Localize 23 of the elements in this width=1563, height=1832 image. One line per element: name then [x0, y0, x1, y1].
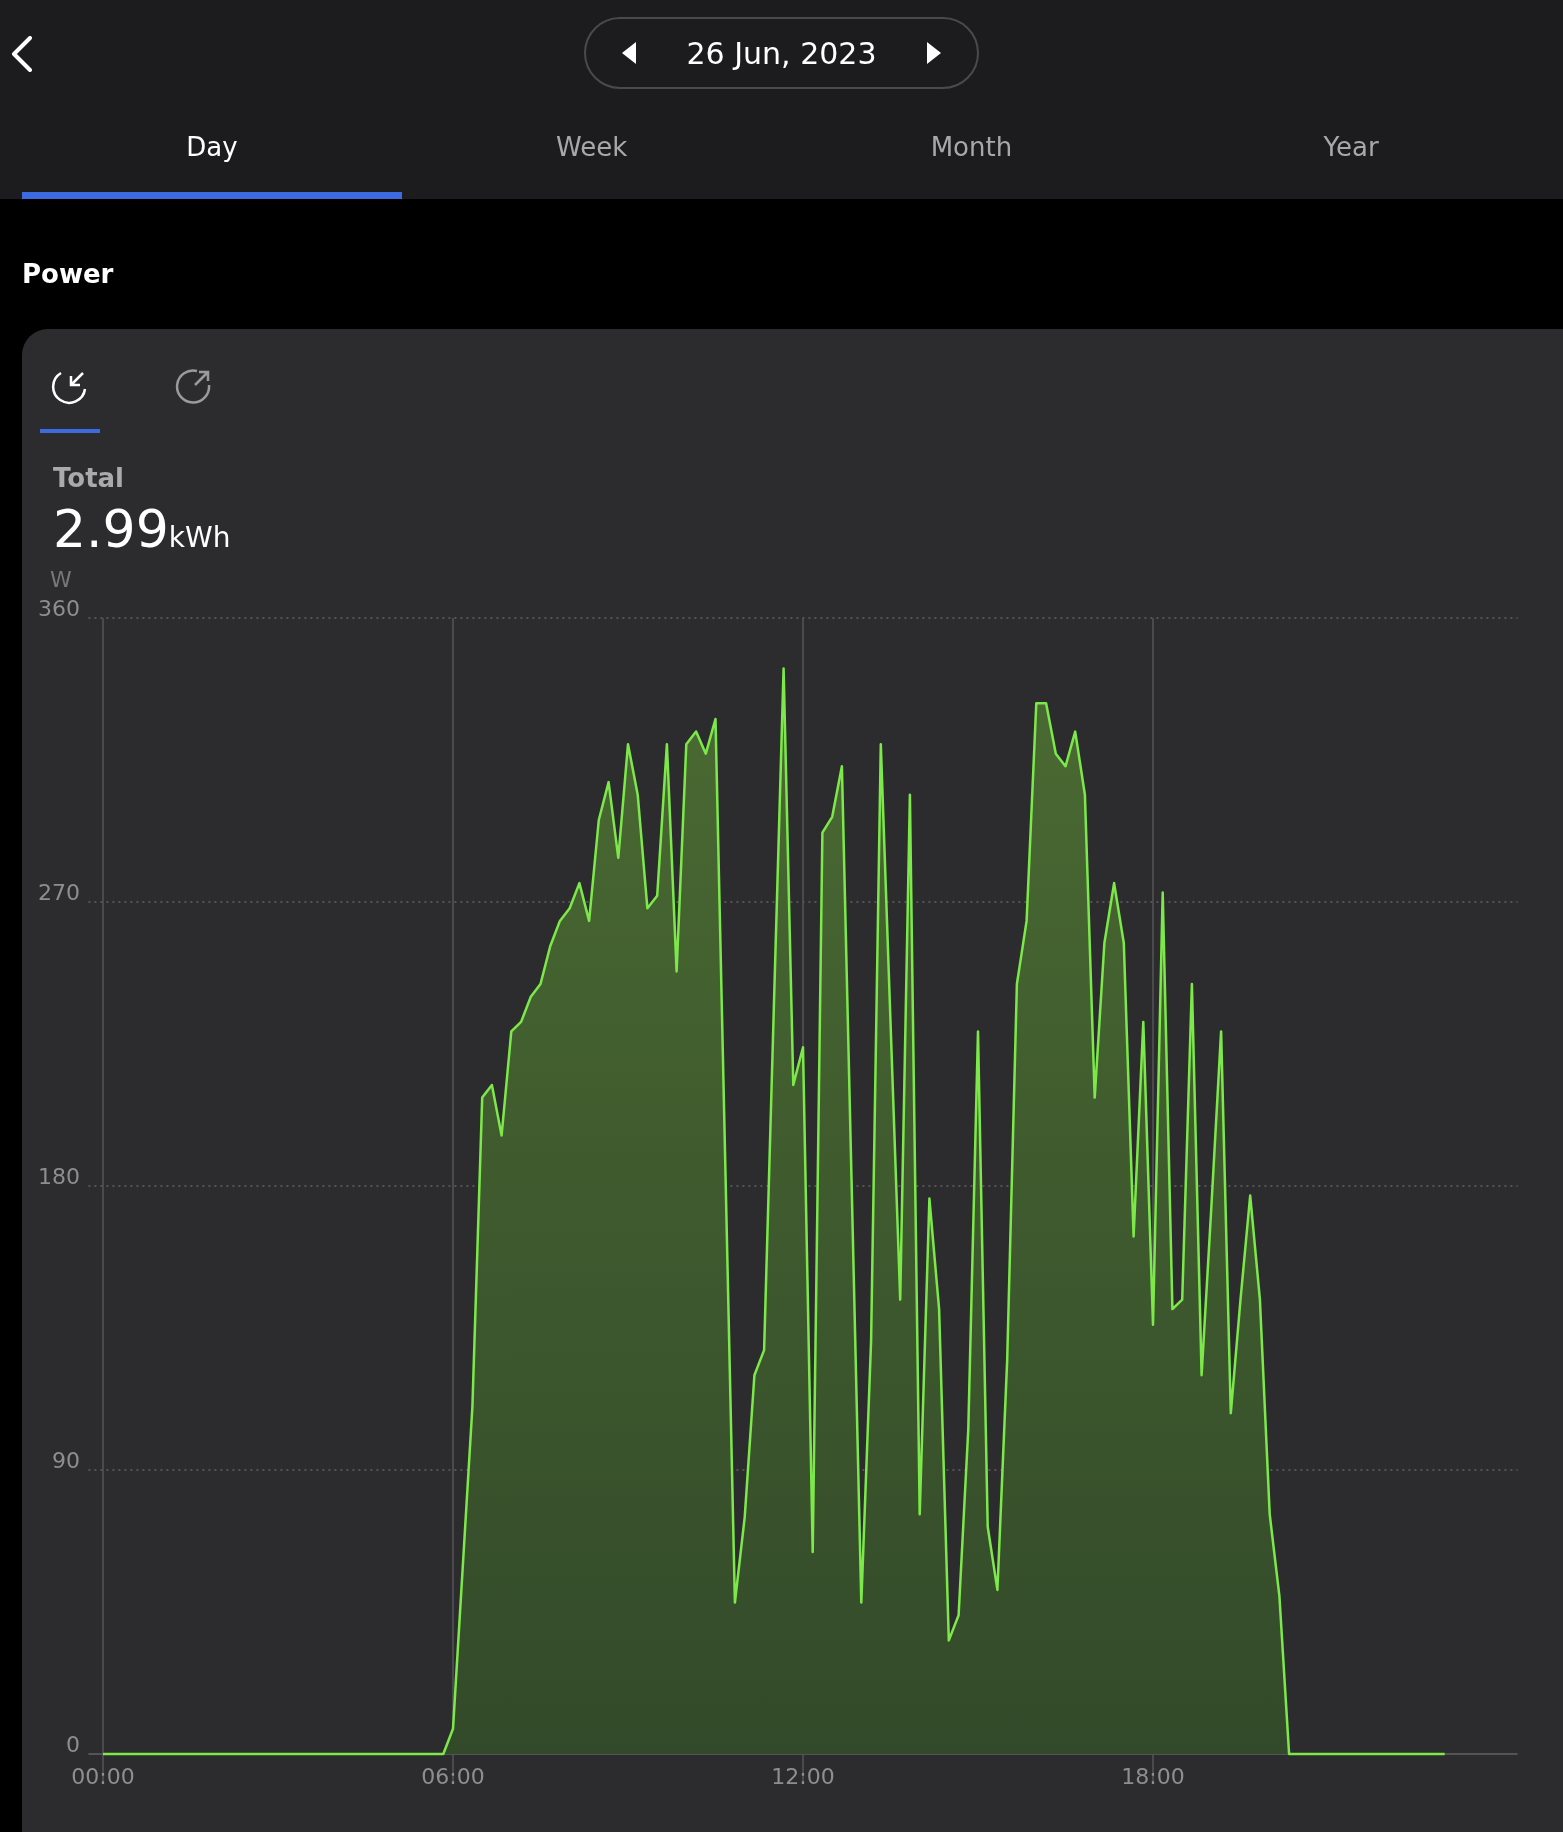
- x-axis-label: 18:00: [1121, 1764, 1185, 1789]
- x-axis-label: 06:00: [421, 1764, 485, 1789]
- y-axis-label: 0: [66, 1732, 80, 1757]
- period-tab[interactable]: Month: [781, 106, 1162, 199]
- x-axis-label: 12:00: [771, 1764, 835, 1789]
- period-tab[interactable]: Year: [1161, 106, 1541, 199]
- y-axis-label: 360: [38, 596, 80, 621]
- total-label: Total: [53, 463, 126, 493]
- back-icon[interactable]: [10, 36, 34, 72]
- period-tab[interactable]: Week: [401, 106, 782, 199]
- y-axis-label: 90: [52, 1448, 80, 1473]
- total-value: 2.99: [53, 499, 169, 559]
- arrow-out-circle-icon: [175, 367, 213, 405]
- next-icon[interactable]: [924, 42, 941, 64]
- section-title: Power: [21, 258, 115, 291]
- axis-unit: W: [50, 567, 73, 592]
- period-tab[interactable]: Day: [22, 106, 402, 199]
- total-unit: kWh: [168, 521, 231, 554]
- previous-icon[interactable]: [622, 42, 639, 64]
- y-axis-label: 180: [38, 1164, 80, 1189]
- date-label: 26 Jun, 2023: [686, 35, 877, 71]
- x-axis-label: 00:00: [71, 1764, 135, 1789]
- y-axis-label: 270: [38, 880, 80, 905]
